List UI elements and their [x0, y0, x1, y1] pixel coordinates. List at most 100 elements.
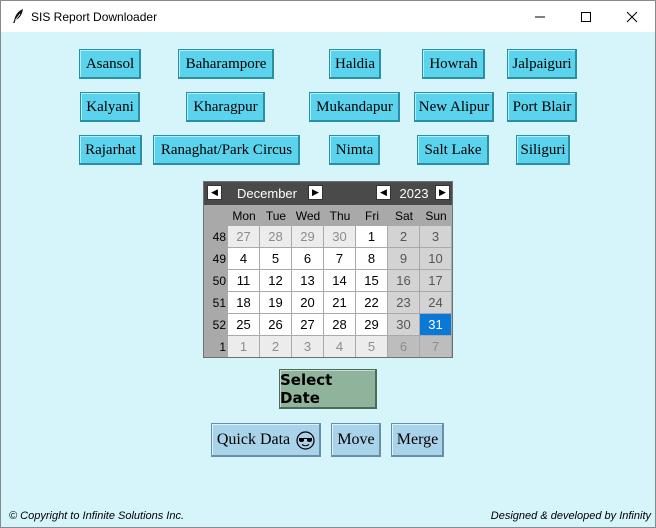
calendar-day[interactable]: 2: [388, 226, 419, 247]
calendar-header: ◀ December ▶ ◀ 2023 ▶: [204, 182, 452, 205]
next-year-button[interactable]: ▶: [435, 185, 450, 200]
calendar-day[interactable]: 29: [356, 314, 387, 335]
calendar-day[interactable]: 23: [388, 292, 419, 313]
calendar-day[interactable]: 28: [260, 226, 291, 247]
week-number: 49: [212, 252, 226, 266]
calendar-day[interactable]: 27: [228, 226, 259, 247]
calendar-day[interactable]: 2: [260, 336, 291, 357]
weekday-header: Fri: [365, 209, 379, 223]
minimize-icon: [535, 16, 545, 17]
calendar-day[interactable]: 1: [356, 226, 387, 247]
calendar-day[interactable]: 11: [228, 270, 259, 291]
city-button-rajarhat[interactable]: Rajarhat: [79, 135, 142, 165]
window-title: SIS Report Downloader: [31, 10, 158, 24]
maximize-icon: [581, 11, 591, 22]
calendar-day[interactable]: 6: [388, 336, 419, 357]
developer-credit: Designed & developed by Infinity: [490, 510, 651, 522]
calendar-day[interactable]: 14: [324, 270, 355, 291]
quick-data-button[interactable]: Quick Data: [211, 423, 321, 457]
city-button-siliguri[interactable]: Siliguri: [516, 135, 570, 165]
weekday-header: Wed: [295, 209, 321, 223]
calendar-day[interactable]: 30: [388, 314, 419, 335]
week-number: 50: [212, 274, 226, 288]
calendar-day[interactable]: 4: [228, 248, 259, 269]
city-button-nimta[interactable]: Nimta: [329, 135, 380, 165]
minimize-button[interactable]: [517, 1, 563, 32]
calendar-day[interactable]: 9: [388, 248, 419, 269]
arrow-right-icon: ▶: [439, 187, 446, 197]
city-button-kharagpur[interactable]: Kharagpur: [186, 92, 265, 122]
week-number: 52: [212, 318, 226, 332]
city-button-howrah[interactable]: Howrah: [422, 49, 485, 79]
calendar-day[interactable]: 17: [420, 270, 451, 291]
calendar-day[interactable]: 13: [292, 270, 323, 291]
select-date-button[interactable]: Select Date: [279, 369, 377, 409]
calendar-day[interactable]: 5: [356, 336, 387, 357]
weekday-header: Sat: [394, 209, 413, 223]
calendar-day[interactable]: 15: [356, 270, 387, 291]
city-button-ranaghat-park-circus[interactable]: Ranaghat/Park Circus: [153, 135, 300, 165]
move-button[interactable]: Move: [331, 423, 381, 457]
maximize-button[interactable]: [563, 1, 609, 32]
calendar-day[interactable]: 12: [260, 270, 291, 291]
arrow-right-icon: ▶: [312, 187, 319, 197]
calendar-day[interactable]: 1: [228, 336, 259, 357]
calendar-day[interactable]: 22: [356, 292, 387, 313]
calendar-day[interactable]: 29: [292, 226, 323, 247]
date-calendar: ◀ December ▶ ◀ 2023 ▶ Mon Tue Wed Thu Fri Sat…: [203, 181, 453, 358]
quick-data-label: Quick Data: [216, 431, 291, 448]
calendar-day[interactable]: 31: [420, 314, 451, 335]
weekday-header: Sun: [425, 209, 447, 223]
city-button-baharampore[interactable]: Baharampore: [178, 49, 274, 79]
calendar-day[interactable]: 7: [420, 336, 451, 357]
merge-button[interactable]: Merge: [391, 423, 444, 457]
calendar-day[interactable]: 21: [324, 292, 355, 313]
week-number: 51: [212, 296, 226, 310]
calendar-day[interactable]: 10: [420, 248, 451, 269]
sunglasses-face-icon: [296, 430, 315, 450]
calendar-day[interactable]: 27: [292, 314, 323, 335]
calendar-year: 2023: [399, 186, 429, 201]
city-button-port-blair[interactable]: Port Blair: [507, 92, 577, 122]
calendar-day[interactable]: 4: [324, 336, 355, 357]
weekday-header: Thu: [329, 209, 351, 223]
city-button-salt-lake[interactable]: Salt Lake: [417, 135, 489, 165]
city-button-asansol[interactable]: Asansol: [79, 49, 141, 79]
close-button[interactable]: [609, 1, 655, 32]
prev-year-button[interactable]: ◀: [376, 185, 391, 200]
city-button-haldia[interactable]: Haldia: [329, 49, 381, 79]
weekday-header: Mon: [232, 209, 256, 223]
calendar-day[interactable]: 19: [260, 292, 291, 313]
calendar-day[interactable]: 3: [420, 226, 451, 247]
calendar-day[interactable]: 3: [292, 336, 323, 357]
city-button-new-alipur[interactable]: New Alipur: [414, 92, 494, 122]
city-button-mukandapur[interactable]: Mukandapur: [309, 92, 400, 122]
calendar-day[interactable]: 30: [324, 226, 355, 247]
arrow-left-icon: ◀: [211, 187, 218, 197]
prev-month-button[interactable]: ◀: [207, 185, 222, 200]
calendar-month: December: [237, 186, 297, 201]
close-icon: [626, 11, 638, 22]
city-button-kalyani[interactable]: Kalyani: [80, 92, 140, 122]
calendar-day[interactable]: 24: [420, 292, 451, 313]
calendar-day[interactable]: 16: [388, 270, 419, 291]
arrow-left-icon: ◀: [380, 187, 387, 197]
calendar-day[interactable]: 8: [356, 248, 387, 269]
calendar-day[interactable]: 20: [292, 292, 323, 313]
week-number: 1: [219, 340, 226, 354]
calendar-day[interactable]: 7: [324, 248, 355, 269]
calendar-day[interactable]: 6: [292, 248, 323, 269]
week-number: 48: [212, 230, 226, 244]
weekday-header: Tue: [265, 209, 287, 223]
calendar-day[interactable]: 28: [324, 314, 355, 335]
next-month-button[interactable]: ▶: [308, 185, 323, 200]
calendar-day[interactable]: 5: [260, 248, 291, 269]
title-bar: SIS Report Downloader: [1, 1, 655, 32]
calendar-day[interactable]: 25: [228, 314, 259, 335]
feather-icon: [11, 8, 25, 24]
copyright-text: © Copyright to Infinite Solutions Inc.: [9, 510, 185, 522]
app-window: SIS Report Downloader Asansol Baharampor…: [0, 0, 656, 528]
city-button-jalpaiguri[interactable]: Jalpaiguri: [507, 49, 577, 79]
calendar-day[interactable]: 26: [260, 314, 291, 335]
calendar-day[interactable]: 18: [228, 292, 259, 313]
